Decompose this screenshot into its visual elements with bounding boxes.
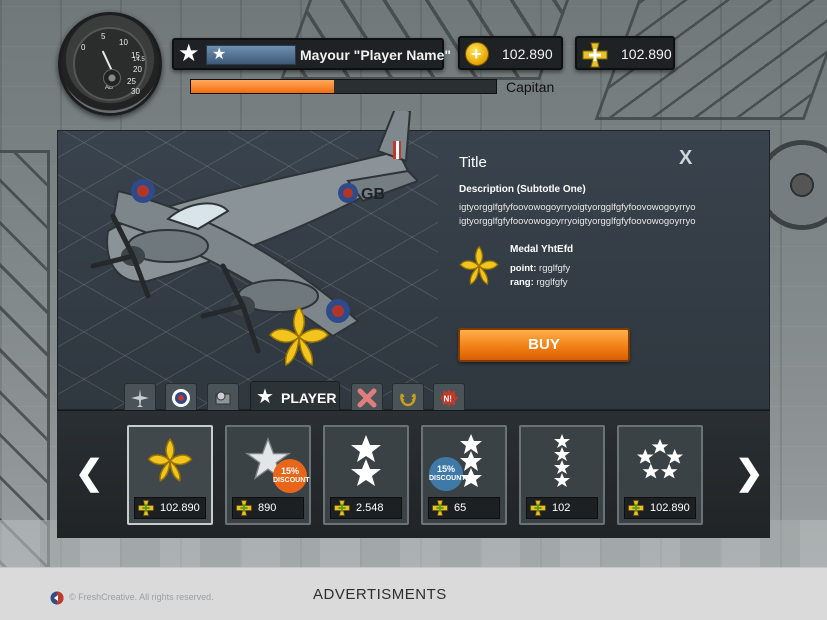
description-line: igtyorgglfgfyfoovowogoyrryoigtyorgglfgfy… bbox=[459, 216, 696, 227]
price-value: 890 bbox=[258, 502, 277, 514]
medal-amount: 102.890 bbox=[621, 46, 672, 62]
player-rank-bar[interactable]: ★ ★ Mayour "Player Name" bbox=[172, 38, 451, 70]
description-text: igtyorgglfgfyfoovowogoyrryoigtyorgglfgfy… bbox=[459, 201, 719, 229]
iron-cross-icon bbox=[628, 500, 644, 516]
discount-percent: 15% bbox=[280, 466, 299, 476]
wreath-icon bbox=[400, 393, 416, 407]
description-line: igtyorgglfgfyfoovowogoyrryoigtyorgglfgfy… bbox=[459, 202, 696, 213]
price-tag: 65 bbox=[428, 497, 500, 519]
gauge-tick-label: 0 bbox=[81, 43, 86, 52]
rank-small-star-icon: ★ bbox=[212, 46, 227, 63]
shop-item-two-stars[interactable]: 2.548 bbox=[323, 425, 409, 525]
footer: © FreshCreative. All rights reserved. AD… bbox=[0, 567, 827, 620]
buy-button[interactable]: BUY bbox=[458, 328, 630, 362]
gold-coin-add-icon[interactable] bbox=[465, 42, 489, 66]
four-stars-icon bbox=[554, 434, 570, 487]
discount-percent: 15% bbox=[436, 464, 455, 474]
freshcreative-logo-icon bbox=[50, 591, 64, 605]
experience-fill bbox=[191, 80, 335, 93]
altimeter-gauge: 5 10 15 0 20 25 30 14.5 AB bbox=[58, 12, 162, 116]
price-tag: 102.890 bbox=[624, 497, 696, 519]
player-name: Mayour "Player Name" bbox=[300, 47, 452, 63]
tab-awards[interactable] bbox=[392, 383, 424, 411]
iron-cross-icon bbox=[138, 500, 154, 516]
gold-oak-leaf-medal-icon bbox=[269, 305, 329, 367]
description-title: Description (Subtotle One) bbox=[459, 184, 586, 195]
rang-label: rang: bbox=[510, 277, 534, 288]
price-tag: 102.890 bbox=[134, 497, 206, 519]
gauge-tick-label: 25 bbox=[127, 77, 136, 86]
item-detail-panel: GB bbox=[57, 111, 770, 411]
tab-cross[interactable] bbox=[351, 383, 383, 411]
gauge-knob bbox=[103, 69, 121, 87]
point-value: rgglfgfy bbox=[539, 263, 571, 274]
price-value: 102.890 bbox=[650, 502, 690, 514]
iron-cross-icon bbox=[236, 500, 252, 516]
experience-bar bbox=[190, 79, 497, 94]
gauge-tick-label: 20 bbox=[133, 65, 142, 74]
gauge-face: 5 10 15 0 20 25 30 14.5 AB bbox=[73, 27, 147, 101]
copyright-text: © FreshCreative. All rights reserved. bbox=[69, 592, 214, 602]
medal-currency-counter[interactable]: 102.890 bbox=[575, 36, 675, 70]
tab-planes[interactable] bbox=[124, 383, 156, 411]
discount-badge: 15% DISCOUNT bbox=[429, 457, 466, 491]
new-badge-icon: N! bbox=[440, 389, 458, 407]
shop-item-silver-star[interactable]: 15% DISCOUNT 890 bbox=[225, 425, 311, 525]
medal-preview-icon bbox=[459, 245, 499, 286]
new-badge-text: N! bbox=[444, 395, 452, 404]
price-tag: 890 bbox=[232, 497, 304, 519]
medal-point-row: point: rgglfgfy bbox=[510, 263, 570, 274]
discount-label: DISCOUNT bbox=[273, 477, 310, 484]
shop-item-five-stars[interactable]: 102.890 bbox=[617, 425, 703, 525]
gauge-tick-label: 5 bbox=[101, 32, 106, 41]
rank-title: Capitan bbox=[506, 79, 555, 95]
shop-next-arrow[interactable]: ❯ bbox=[735, 456, 764, 490]
price-value: 2.548 bbox=[356, 502, 384, 514]
advertisement-label: ADVERTISMENTS bbox=[313, 586, 447, 603]
gear-box-icon bbox=[215, 391, 231, 405]
iron-cross-icon bbox=[432, 500, 448, 516]
tab-new[interactable]: N! bbox=[433, 383, 465, 411]
price-value: 102.890 bbox=[160, 502, 200, 514]
price-value: 65 bbox=[454, 502, 467, 514]
rang-value: rgglfgfy bbox=[536, 277, 568, 288]
shop-item-three-stars[interactable]: 15% DISCOUNT 65 bbox=[421, 425, 507, 525]
gold-oak-leaf-icon bbox=[147, 437, 193, 482]
gauge-tick-label: 14.5 bbox=[133, 57, 145, 63]
medal-rang-row: rang: rgglfgfy bbox=[510, 277, 568, 288]
discount-label: DISCOUNT bbox=[429, 475, 466, 482]
discount-badge: 15% DISCOUNT bbox=[273, 459, 310, 493]
point-label: point: bbox=[510, 263, 537, 274]
roundel-icon bbox=[172, 389, 190, 407]
price-value: 102 bbox=[552, 502, 571, 514]
close-button[interactable]: X bbox=[679, 147, 692, 170]
price-tag: 102 bbox=[526, 497, 598, 519]
iron-cross-icon bbox=[334, 500, 350, 516]
medal-name: Medal YhtEfd bbox=[510, 244, 574, 255]
gauge-tick-label: 10 bbox=[119, 38, 128, 47]
cross-icon bbox=[357, 388, 377, 408]
iron-cross-add-icon[interactable] bbox=[582, 42, 608, 68]
wall-truss bbox=[0, 150, 50, 567]
tab-player-label: PLAYER bbox=[281, 390, 337, 406]
gauge-tick-label: 30 bbox=[131, 87, 140, 96]
plane-tail-code: GB bbox=[361, 186, 385, 203]
price-tag: 2.548 bbox=[330, 497, 402, 519]
iron-cross-icon bbox=[530, 500, 546, 516]
two-stars-icon bbox=[351, 435, 381, 486]
gold-currency-counter[interactable]: 102.890 bbox=[458, 36, 563, 70]
plane-icon bbox=[131, 389, 149, 407]
gold-amount: 102.890 bbox=[502, 46, 553, 62]
mosquito-plane-illustration: GB bbox=[90, 111, 418, 354]
star-icon: ★ bbox=[256, 386, 274, 408]
rank-star-icon: ★ bbox=[178, 40, 200, 67]
shop-item-four-stars[interactable]: 102 bbox=[519, 425, 605, 525]
tab-equipment[interactable] bbox=[207, 383, 239, 411]
detail-title: Title bbox=[459, 154, 487, 171]
tab-player[interactable]: ★ PLAYER bbox=[250, 381, 340, 413]
shop-prev-arrow[interactable]: ❮ bbox=[75, 456, 104, 490]
five-stars-circle-icon bbox=[637, 438, 683, 479]
shop-item-gold-oak-leaf[interactable]: 102.890 bbox=[127, 425, 213, 525]
tab-insignia[interactable] bbox=[165, 383, 197, 411]
